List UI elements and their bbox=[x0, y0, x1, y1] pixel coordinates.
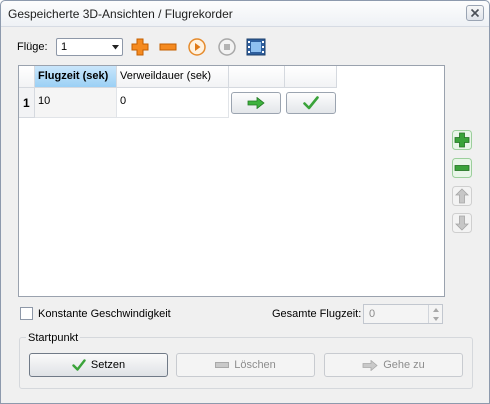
goto-startpoint-label: Gehe zu bbox=[383, 359, 425, 371]
minus-icon bbox=[452, 158, 472, 178]
column-header-dwell-time[interactable]: Verweildauer (sek) bbox=[117, 66, 229, 88]
constant-speed-checkbox[interactable] bbox=[20, 307, 33, 320]
constant-speed-label: Konstante Geschwindigkeit bbox=[38, 308, 171, 320]
window-title: Gespeicherte 3D-Ansichten / Flugrekorder bbox=[8, 7, 233, 21]
add-flight-button[interactable] bbox=[130, 37, 150, 57]
close-button[interactable] bbox=[466, 5, 484, 21]
total-time-field: 0 bbox=[363, 304, 443, 324]
row-header[interactable]: 1 bbox=[19, 88, 35, 118]
set-startpoint-button[interactable]: Setzen bbox=[29, 353, 168, 377]
arrow-right-icon bbox=[247, 97, 265, 109]
plus-icon bbox=[131, 38, 149, 56]
add-point-button[interactable] bbox=[451, 129, 473, 151]
column-header-empty bbox=[229, 66, 285, 88]
flight-select-value: 1 bbox=[61, 41, 68, 53]
title-bar: Gespeicherte 3D-Ansichten / Flugrekorder bbox=[1, 1, 489, 27]
close-icon bbox=[470, 8, 480, 18]
set-point-button[interactable] bbox=[286, 92, 336, 114]
minus-icon bbox=[159, 43, 177, 51]
checkmark-icon bbox=[72, 359, 86, 371]
move-up-button[interactable] bbox=[451, 185, 473, 207]
dialog-window: Gespeicherte 3D-Ansichten / Flugrekorder… bbox=[0, 0, 490, 404]
remove-point-button[interactable] bbox=[451, 157, 473, 179]
move-down-button[interactable] bbox=[451, 212, 473, 234]
total-time-label: Gesamte Flugzeit: bbox=[272, 308, 362, 320]
column-header-flight-time[interactable]: Flugzeit (sek) bbox=[35, 66, 117, 88]
flights-label: Flüge: bbox=[17, 41, 48, 53]
corner-header bbox=[19, 66, 35, 88]
minus-icon bbox=[215, 362, 230, 368]
goto-startpoint-button[interactable]: Gehe zu bbox=[324, 353, 463, 377]
remove-flight-button[interactable] bbox=[158, 37, 178, 57]
stop-icon bbox=[218, 38, 236, 56]
play-button[interactable] bbox=[187, 37, 207, 57]
set-startpoint-label: Setzen bbox=[90, 359, 126, 371]
spin-down-icon bbox=[429, 314, 442, 323]
arrow-down-icon bbox=[452, 213, 472, 233]
cell-dwell-time[interactable]: 0 bbox=[117, 88, 229, 118]
spin-up-icon bbox=[429, 305, 442, 314]
flight-select[interactable]: 1 bbox=[56, 38, 123, 56]
arrow-right-icon bbox=[362, 359, 378, 371]
delete-startpoint-label: Löschen bbox=[234, 359, 276, 371]
goto-point-button[interactable] bbox=[231, 92, 281, 114]
chevron-down-icon bbox=[112, 45, 119, 50]
cell-flight-time[interactable]: 10 bbox=[35, 88, 117, 118]
record-video-button[interactable] bbox=[246, 37, 266, 57]
total-time-value: 0 bbox=[369, 308, 376, 320]
checkmark-icon bbox=[303, 96, 319, 110]
delete-startpoint-button[interactable]: Löschen bbox=[176, 353, 315, 377]
stop-button[interactable] bbox=[217, 37, 237, 57]
film-icon bbox=[246, 38, 266, 56]
startpoint-group-title: Startpunkt bbox=[26, 332, 81, 344]
plus-icon bbox=[452, 130, 472, 150]
flight-points-table[interactable]: Flugzeit (sek) Verweildauer (sek) 1 10 0 bbox=[18, 65, 445, 297]
play-icon bbox=[188, 38, 206, 56]
column-header-empty bbox=[285, 66, 337, 88]
arrow-up-icon bbox=[452, 186, 472, 206]
